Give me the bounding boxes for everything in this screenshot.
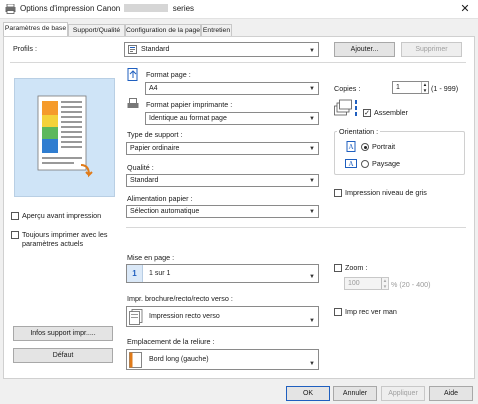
collate-icon bbox=[334, 99, 357, 116]
binding-select[interactable]: Bord long (gauche) ▼ bbox=[126, 349, 319, 370]
printer-paper-select[interactable]: Identique au format page ▼ bbox=[145, 112, 319, 125]
grayscale-label: Impression niveau de gris bbox=[345, 188, 427, 197]
collate-checkbox[interactable]: ✓ bbox=[363, 109, 371, 117]
chevron-down-icon: ▼ bbox=[309, 209, 315, 215]
media-type-select[interactable]: Papier ordinaire ▼ bbox=[126, 142, 319, 155]
svg-text:A: A bbox=[349, 143, 354, 151]
chevron-down-icon: ▼ bbox=[309, 361, 315, 367]
tab-maintenance[interactable]: Entretien bbox=[201, 24, 232, 36]
portrait-radio[interactable] bbox=[361, 143, 369, 151]
chevron-down-icon: ▼ bbox=[309, 146, 315, 152]
up-down-arrows-icon[interactable]: ▲ ▼ bbox=[421, 82, 428, 93]
copies-label: Copies : bbox=[334, 84, 361, 93]
landscape-radio[interactable] bbox=[361, 160, 369, 168]
cancel-button[interactable]: Annuler bbox=[333, 386, 377, 401]
chevron-down-icon: ▼ bbox=[309, 86, 315, 92]
always-print-current-checkbox[interactable] bbox=[11, 231, 19, 239]
orientation-label: Orientation : bbox=[337, 127, 381, 136]
profiles-select[interactable]: Standard ▼ bbox=[124, 42, 319, 57]
up-down-arrows-icon[interactable]: ▲ ▼ bbox=[381, 278, 388, 289]
add-profile-button[interactable]: Ajouter... bbox=[334, 42, 395, 57]
grayscale-checkbox[interactable] bbox=[334, 189, 342, 197]
binding-value: Bord long (gauche) bbox=[149, 356, 209, 363]
window-title-text: Options d'impression Canon bbox=[20, 4, 121, 13]
printer-paper-label: Format papier imprimante : bbox=[146, 100, 233, 109]
page-format-value: A4 bbox=[149, 85, 158, 92]
portrait-icon: A bbox=[346, 141, 356, 152]
printer-paper-icon bbox=[127, 98, 139, 108]
title-bar: Options d'impression Canon series ✕ bbox=[0, 0, 478, 19]
close-icon[interactable]: ✕ bbox=[458, 2, 472, 16]
page-preview-icon bbox=[37, 95, 93, 178]
tab-page-setup[interactable]: Configuration de la page bbox=[125, 24, 201, 36]
duplex-select[interactable]: Impression recto verso ▼ bbox=[126, 306, 319, 327]
profiles-select-value: Standard bbox=[141, 46, 170, 53]
binding-label: Emplacement de la reliure : bbox=[127, 337, 215, 346]
separator bbox=[10, 62, 466, 63]
landscape-label: Paysage bbox=[372, 159, 400, 168]
defaults-button[interactable]: Défaut bbox=[13, 348, 113, 363]
quality-label: Qualité : bbox=[127, 163, 154, 172]
media-info-button[interactable]: Infos support impr..... bbox=[13, 326, 113, 341]
window-title: Options d'impression Canon series bbox=[20, 4, 194, 13]
ok-button[interactable]: OK bbox=[286, 386, 330, 401]
profiles-label: Profils : bbox=[13, 44, 37, 53]
page-format-label: Format page : bbox=[146, 70, 191, 79]
duplex-value: Impression recto verso bbox=[149, 313, 220, 320]
zoom-checkbox[interactable] bbox=[334, 264, 342, 272]
quality-select[interactable]: Standard ▼ bbox=[126, 174, 319, 187]
zoom-label: Zoom : bbox=[345, 263, 368, 272]
chevron-down-icon: ▼ bbox=[309, 116, 315, 122]
svg-text:A: A bbox=[349, 160, 354, 168]
profile-icon bbox=[128, 45, 137, 54]
mirror-print-label: Imp rec ver man bbox=[345, 307, 397, 316]
zoom-value: 100 bbox=[348, 280, 360, 287]
layout-select[interactable]: 1 1 sur 1 ▼ bbox=[126, 264, 319, 283]
redacted-model-name bbox=[124, 4, 169, 12]
window-title-suffix: series bbox=[172, 4, 195, 13]
preview-before-print-checkbox[interactable] bbox=[11, 212, 19, 220]
paper-source-value: Sélection automatique bbox=[130, 208, 200, 215]
collate-label: Assembler bbox=[374, 108, 408, 117]
help-button[interactable]: Aide bbox=[429, 386, 473, 401]
page-format-select[interactable]: A4 ▼ bbox=[145, 82, 319, 95]
portrait-label: Portrait bbox=[372, 142, 396, 151]
copies-range: (1 - 999) bbox=[431, 84, 459, 93]
copies-stepper[interactable]: 1 ▲ ▼ bbox=[392, 81, 429, 94]
tab-basic-settings[interactable]: Paramètres de base bbox=[3, 22, 68, 36]
page-size-icon bbox=[127, 68, 138, 81]
mirror-print-checkbox[interactable] bbox=[334, 308, 342, 316]
delete-profile-button[interactable]: Supprimer bbox=[401, 42, 462, 57]
duplex-icon bbox=[129, 309, 143, 325]
printer-paper-value: Identique au format page bbox=[149, 115, 227, 122]
tab-media-quality[interactable]: Support/Qualité bbox=[68, 24, 125, 36]
chevron-down-icon: ▼ bbox=[309, 318, 315, 324]
paper-source-select[interactable]: Sélection automatique ▼ bbox=[126, 205, 319, 218]
print-preview bbox=[14, 78, 115, 197]
duplex-label: Impr. brochure/recto/recto verso : bbox=[127, 294, 233, 303]
separator bbox=[126, 227, 466, 228]
media-type-label: Type de support : bbox=[127, 130, 183, 139]
copies-value: 1 bbox=[396, 84, 400, 91]
layout-value: 1 sur 1 bbox=[149, 270, 171, 277]
chevron-down-icon: ▼ bbox=[309, 48, 315, 54]
zoom-range: % (20 - 400) bbox=[391, 280, 431, 289]
printer-icon bbox=[5, 4, 16, 14]
zoom-stepper[interactable]: 100 ▲ ▼ bbox=[344, 277, 389, 290]
landscape-icon: A bbox=[345, 159, 357, 168]
layout-label: Mise en page : bbox=[127, 253, 175, 262]
apply-button[interactable]: Appliquer bbox=[381, 386, 425, 401]
paper-source-label: Alimentation papier : bbox=[127, 194, 193, 203]
quality-value: Standard bbox=[130, 177, 159, 184]
chevron-down-icon: ▼ bbox=[309, 274, 315, 280]
chevron-down-icon: ▼ bbox=[309, 178, 315, 184]
media-type-value: Papier ordinaire bbox=[130, 145, 180, 152]
always-print-current-label: Toujours imprimer avec les paramètres ac… bbox=[22, 230, 108, 248]
layout-digit-icon: 1 bbox=[127, 265, 143, 282]
binding-edge-icon bbox=[129, 352, 142, 368]
preview-before-print-label: Aperçu avant impression bbox=[22, 211, 102, 220]
